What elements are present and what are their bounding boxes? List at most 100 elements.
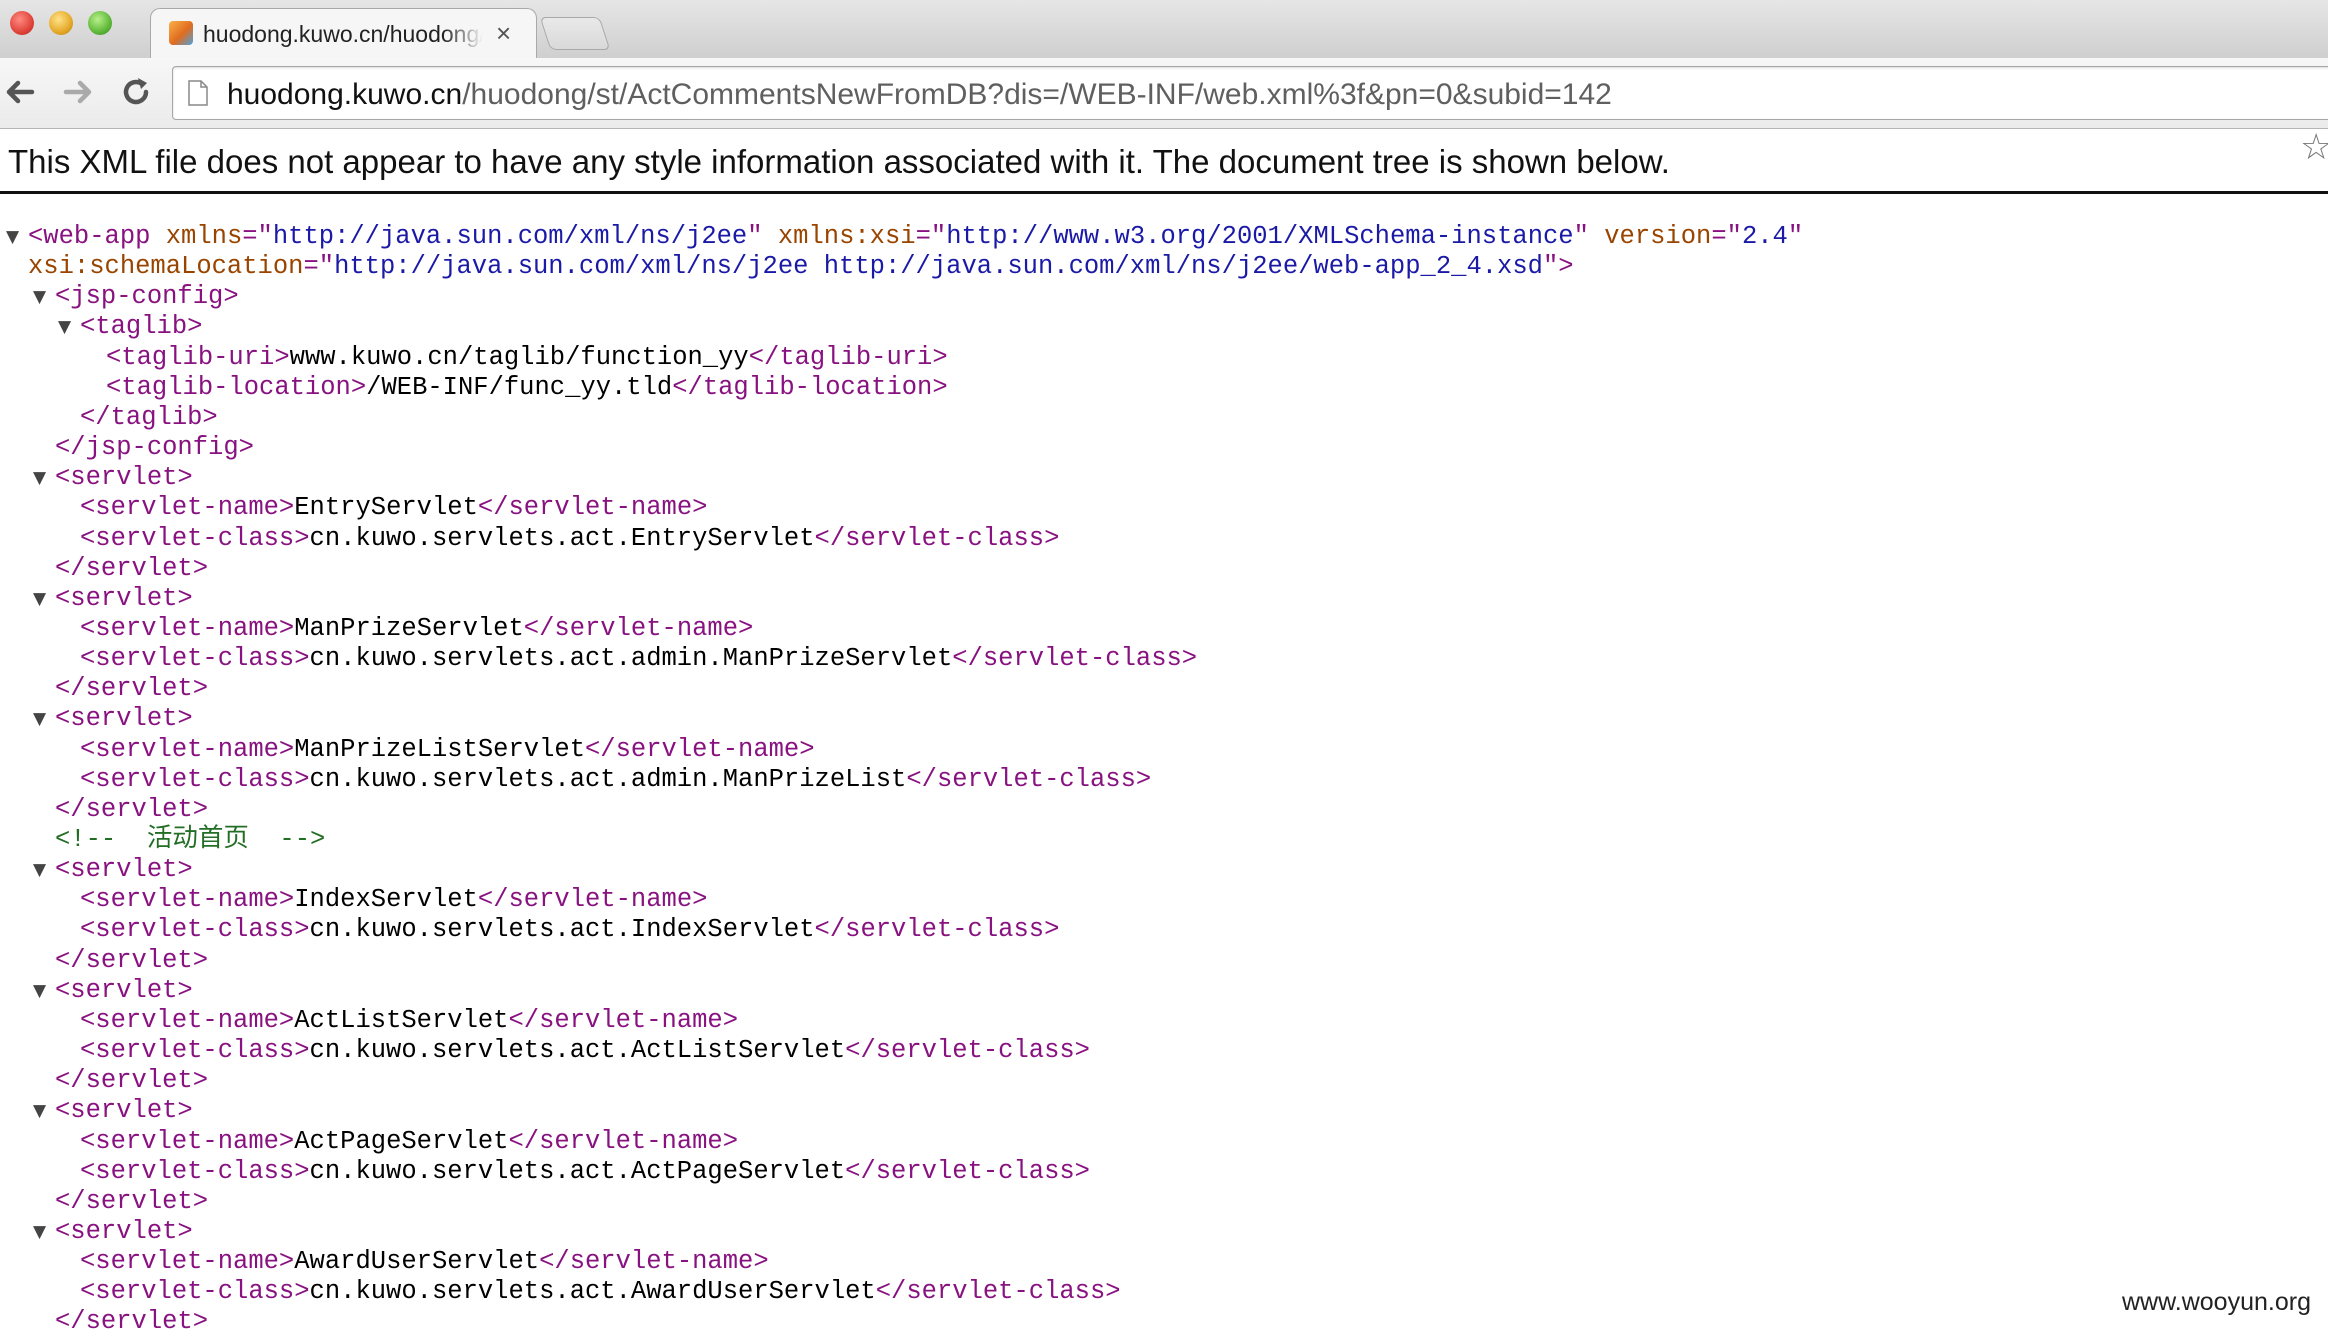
xml-attr-name: xmlns	[165, 222, 243, 251]
tab-title: huodong.kuwo.cn/huodong/st/ActCommentsNe…	[203, 21, 483, 47]
collapse-toggle-icon[interactable]: ▼	[33, 1222, 46, 1242]
xml-tag: </servlet-class>	[875, 1277, 1121, 1307]
xml-tag: </taglib-location>	[672, 372, 948, 402]
xml-tag: <servlet>	[55, 975, 193, 1005]
new-tab-button[interactable]	[539, 17, 611, 50]
xml-tag: <servlet-class>	[80, 915, 310, 945]
xml-line: <servlet-class>cn.kuwo.servlets.act.Inde…	[80, 915, 1059, 945]
xml-line: <servlet>	[55, 855, 193, 885]
xml-tag: "	[1573, 222, 1605, 251]
xml-line: <taglib>	[80, 312, 202, 342]
xml-tag: <servlet-name>	[80, 1247, 295, 1277]
xml-tag: </servlet-name>	[508, 1005, 739, 1035]
xml-tag: <servlet>	[55, 463, 193, 493]
xml-tag: <taglib-uri>	[106, 342, 290, 372]
xml-tag: ="	[303, 252, 335, 282]
xml-line: <servlet-name>ManPrizeServlet</servlet-n…	[80, 614, 753, 644]
xml-line: <jsp-config>	[55, 282, 239, 312]
xml-attr-value: 2.4	[1741, 222, 1788, 251]
xml-tag: </servlet-name>	[508, 1126, 739, 1156]
xml-tag: <servlet-name>	[80, 734, 295, 764]
xml-tag: "	[747, 222, 778, 251]
minimize-window-button[interactable]	[49, 11, 73, 35]
xml-tag: <servlet>	[55, 583, 193, 613]
address-bar[interactable]: huodong.kuwo.cn/huodong/st/ActCommentsNe…	[172, 66, 2328, 120]
xml-tag: <servlet-class>	[80, 644, 310, 674]
xml-line: <servlet-class>cn.kuwo.servlets.act.ActL…	[80, 1036, 1090, 1066]
collapse-toggle-icon[interactable]: ▼	[33, 589, 46, 609]
xml-text: EntryServlet	[294, 493, 478, 523]
favicon	[169, 21, 193, 45]
xml-text: www.kuwo.cn/taglib/function_yy	[289, 342, 749, 372]
xml-attr-value: http://java.sun.com/xml/ns/j2ee http://j…	[334, 252, 1543, 282]
xml-attr-name: xsi:schemaLocation	[28, 252, 304, 282]
xml-line: <taglib-uri>www.kuwo.cn/taglib/function_…	[106, 343, 948, 373]
xml-tag: ="	[915, 222, 947, 251]
xml-line: </servlet>	[55, 674, 208, 704]
xml-text: cn.kuwo.servlets.act.AwardUserServlet	[309, 1277, 876, 1307]
active-tab[interactable]: huodong.kuwo.cn/huodong/st/ActCommentsNe…	[150, 8, 537, 59]
xml-line: </servlet>	[55, 1307, 208, 1337]
xml-line: <servlet-name>ManPrizeListServlet</servl…	[80, 735, 815, 765]
xml-line: <servlet>	[55, 1096, 193, 1126]
xml-text: ManPrizeServlet	[294, 613, 524, 643]
tab-close-icon[interactable]: ×	[496, 18, 511, 49]
xml-line: </servlet>	[55, 795, 208, 825]
xml-attr-value: http://www.w3.org/2001/XMLSchema-instanc…	[946, 222, 1574, 251]
xml-tag: </servlet>	[55, 674, 209, 704]
reload-icon[interactable]	[116, 72, 156, 112]
xml-tag: </jsp-config>	[55, 433, 254, 463]
xml-tag: <taglib>	[80, 312, 203, 342]
xml-line: </servlet>	[55, 1187, 208, 1217]
collapse-toggle-icon[interactable]: ▼	[33, 981, 46, 1001]
collapse-toggle-icon[interactable]: ▼	[33, 1101, 46, 1121]
xml-tag: </taglib>	[80, 402, 218, 432]
url-path: /huodong/st/ActCommentsNewFromDB?dis=/WE…	[462, 78, 1612, 111]
bookmark-star-icon[interactable]: ☆	[2300, 126, 2328, 168]
back-icon[interactable]	[0, 72, 40, 112]
xml-tag: "	[1787, 222, 1804, 251]
xml-text: cn.kuwo.servlets.act.admin.ManPrizeServl…	[309, 644, 953, 674]
xml-tag: <servlet>	[55, 1216, 193, 1246]
url-host: huodong.kuwo.cn	[227, 78, 463, 111]
close-window-button[interactable]	[10, 11, 34, 35]
xml-line: <servlet-class>cn.kuwo.servlets.act.Entr…	[80, 524, 1059, 554]
xml-line: xsi:schemaLocation="http://java.sun.com/…	[28, 252, 1574, 282]
xml-tag: <servlet-class>	[80, 523, 310, 553]
xml-style-notice: This XML file does not appear to have an…	[8, 143, 1670, 180]
url-text: huodong.kuwo.cn/huodong/st/ActCommentsNe…	[227, 78, 1612, 112]
xml-line: <servlet-class>cn.kuwo.servlets.act.Awar…	[80, 1277, 1121, 1307]
xml-tag: </servlet-class>	[952, 644, 1198, 674]
xml-line: </jsp-config>	[55, 433, 254, 463]
xml-tag: <jsp-config>	[55, 282, 239, 312]
xml-line: <taglib-location>/WEB-INF/func_yy.tld</t…	[106, 373, 948, 403]
collapse-toggle-icon[interactable]: ▼	[58, 317, 71, 337]
xml-tag: </servlet-name>	[523, 613, 754, 643]
xml-tag: </servlet>	[55, 1066, 209, 1096]
xml-line: </servlet>	[55, 1066, 208, 1096]
xml-tag: <servlet>	[55, 704, 193, 734]
xml-line: <servlet-class>cn.kuwo.servlets.act.ActP…	[80, 1157, 1090, 1187]
collapse-toggle-icon[interactable]: ▼	[33, 860, 46, 880]
collapse-toggle-icon[interactable]: ▼	[6, 227, 19, 247]
zoom-window-button[interactable]	[88, 11, 112, 35]
xml-tag: <taglib-location>	[106, 372, 367, 402]
xml-text: /WEB-INF/func_yy.tld	[366, 372, 673, 402]
xml-tag: <servlet-name>	[80, 885, 295, 915]
xml-tag: <servlet-class>	[80, 1036, 310, 1066]
xml-tag: </servlet-class>	[906, 764, 1152, 794]
xml-line: <web-app xmlns="http://java.sun.com/xml/…	[28, 222, 1803, 252]
xml-text: cn.kuwo.servlets.act.ActListServlet	[309, 1036, 846, 1066]
xml-tag: </taglib-uri>	[748, 342, 948, 372]
xml-tag: </servlet-name>	[585, 734, 815, 764]
collapse-toggle-icon[interactable]: ▼	[33, 468, 46, 488]
xml-text: IndexServlet	[294, 885, 478, 915]
forward-icon[interactable]	[58, 72, 98, 112]
xml-tag: <servlet-name>	[80, 1005, 295, 1035]
xml-line: <servlet-name>ActPageServlet</servlet-na…	[80, 1127, 738, 1157]
browser-toolbar: huodong.kuwo.cn/huodong/st/ActCommentsNe…	[0, 58, 2328, 167]
xml-line: </taglib>	[80, 403, 218, 433]
collapse-toggle-icon[interactable]: ▼	[33, 287, 46, 307]
collapse-toggle-icon[interactable]: ▼	[33, 709, 46, 729]
xml-tag: <servlet-name>	[80, 493, 295, 523]
